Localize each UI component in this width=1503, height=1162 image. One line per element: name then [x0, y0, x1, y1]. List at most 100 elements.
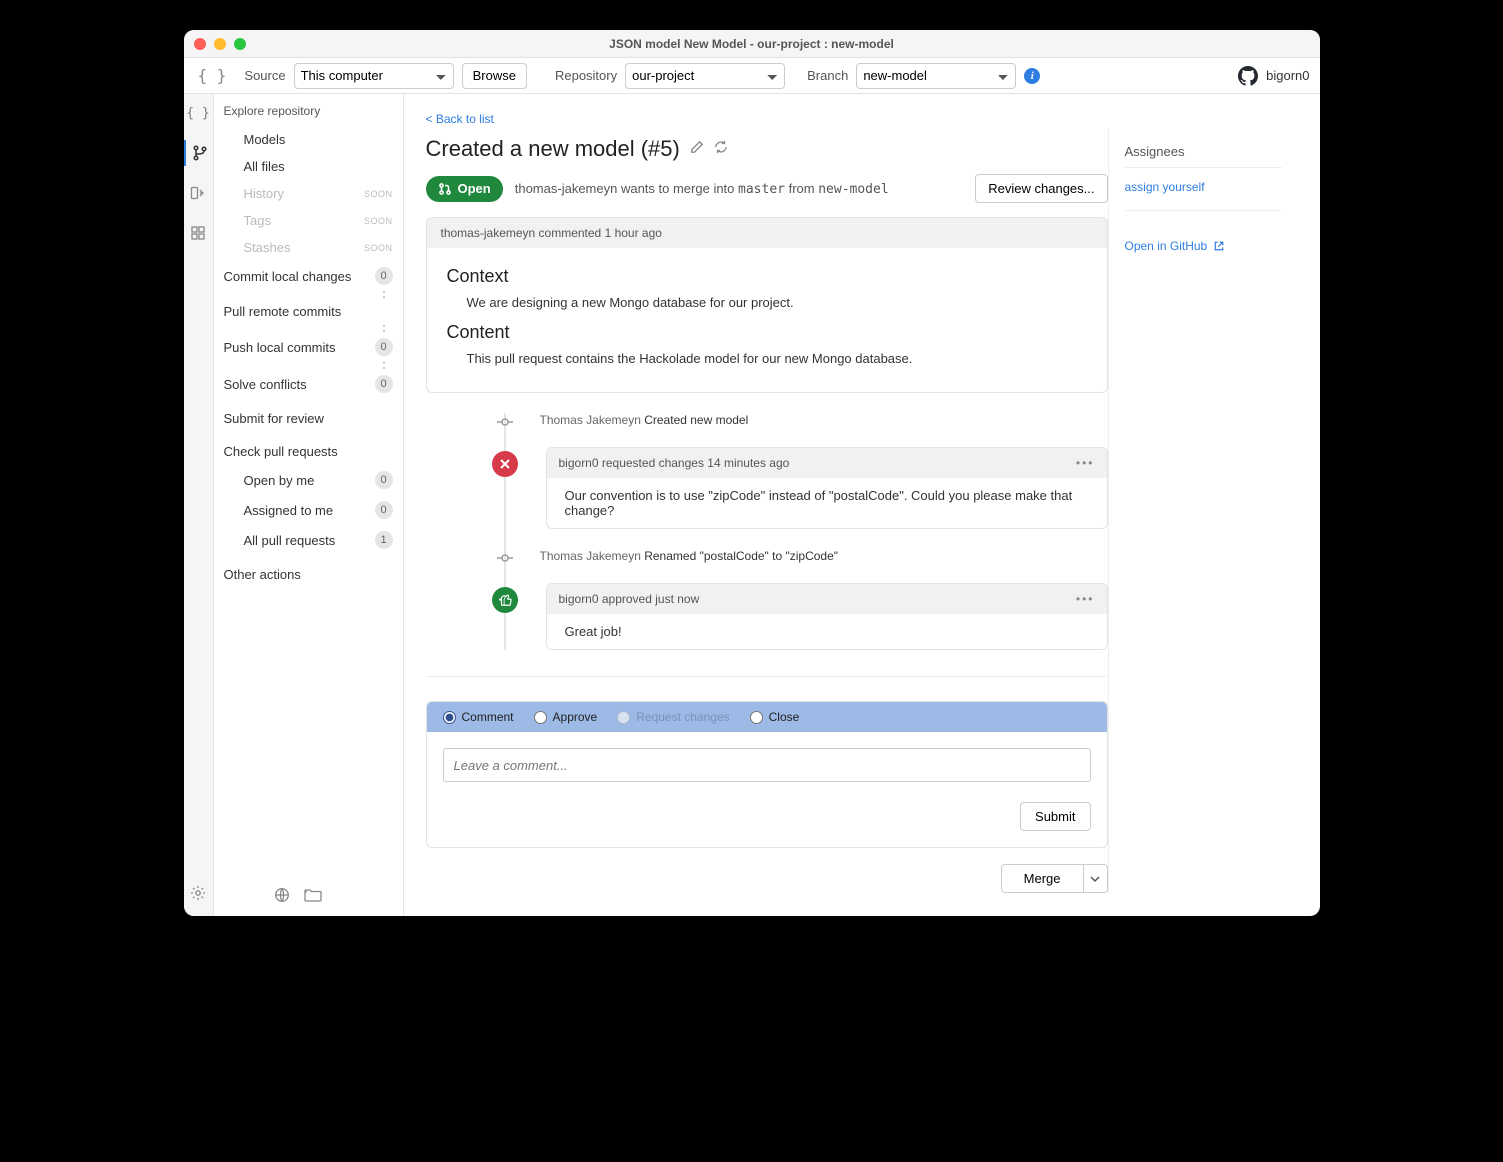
sidebar-item-stashes: Stashes SOON: [214, 234, 403, 261]
sidebar-item-other-actions[interactable]: Other actions: [214, 561, 403, 588]
repo-label: Repository: [555, 68, 617, 83]
sidebar-footer: [214, 877, 403, 916]
rail-branch-icon[interactable]: [184, 140, 214, 166]
review-type-close[interactable]: Close: [750, 710, 800, 724]
sidebar-item-label: Solve conflicts: [224, 377, 307, 392]
count-badge: 0: [375, 471, 393, 489]
sidebar-item-history: History SOON: [214, 180, 403, 207]
merge-summary: thomas-jakemeyn wants to merge into mast…: [515, 181, 889, 197]
sidebar-item-label: Check pull requests: [224, 444, 338, 459]
pull-request-icon: [438, 182, 452, 196]
comment-input[interactable]: [443, 748, 1091, 782]
review-type-comment[interactable]: Comment: [443, 710, 514, 724]
external-link-icon: [1213, 240, 1225, 252]
sidebar-item-assigned[interactable]: Assigned to me 0: [214, 495, 403, 525]
sidebar: Explore repository Models All files Hist…: [214, 94, 404, 916]
sidebar-item-commit-local[interactable]: Commit local changes0: [214, 261, 403, 291]
sidebar-item-label: Assigned to me: [244, 503, 334, 518]
assignees-heading: Assignees: [1125, 144, 1282, 168]
count-badge: 0: [375, 501, 393, 519]
source-label: Source: [244, 68, 285, 83]
sidebar-item-label: All files: [244, 159, 285, 174]
review-type-request-changes[interactable]: Request changes: [617, 710, 729, 724]
rail-braces-icon[interactable]: { }: [184, 100, 214, 126]
sidebar-item-label: All pull requests: [244, 533, 336, 548]
main-content: < Back to list Created a new model (#5) …: [404, 94, 1320, 916]
submit-button[interactable]: Submit: [1020, 802, 1090, 831]
review-panel: Comment Approve Request changes Close Su…: [426, 701, 1108, 848]
sidebar-item-label: Pull remote commits: [224, 304, 342, 319]
sidebar-item-label: Open by me: [244, 473, 315, 488]
merge-button-group: Merge: [1001, 864, 1108, 893]
top-toolbar: { } Source This computer Browse Reposito…: [184, 58, 1320, 94]
review-type-tabs: Comment Approve Request changes Close: [427, 702, 1107, 732]
soon-badge: SOON: [364, 243, 393, 253]
sidebar-item-pull-remote[interactable]: Pull remote commits: [214, 298, 403, 325]
rail-compare-icon[interactable]: [184, 180, 214, 206]
pr-description-card: thomas-jakemeyn commented 1 hour ago Con…: [426, 217, 1108, 393]
soon-badge: SOON: [364, 189, 393, 199]
event-body-text: Great job!: [547, 614, 1107, 649]
review-event-card: bigorn0 requested changes 14 minutes ago…: [546, 447, 1108, 529]
sidebar-item-all-prs[interactable]: All pull requests1: [214, 525, 403, 555]
info-icon[interactable]: i: [1024, 68, 1040, 84]
approved-icon: [492, 587, 518, 613]
branch-label: Branch: [807, 68, 848, 83]
refresh-icon[interactable]: [714, 140, 728, 159]
sidebar-item-open-by-me[interactable]: Open by me 0: [214, 465, 403, 495]
event-head-text: bigorn0 approved just now: [559, 592, 700, 606]
sidebar-item-tags: Tags SOON: [214, 207, 403, 234]
open-in-github-link[interactable]: Open in GitHub: [1125, 239, 1226, 253]
rail-grid-icon[interactable]: [184, 220, 214, 246]
review-type-approve[interactable]: Approve: [534, 710, 598, 724]
pr-state-label: Open: [458, 181, 491, 196]
source-select[interactable]: This computer: [294, 63, 454, 89]
merge-dropdown-caret[interactable]: [1084, 864, 1108, 893]
sidebar-item-label: Models: [244, 132, 286, 147]
github-icon[interactable]: [1238, 66, 1258, 86]
sidebar-item-label: Stashes: [244, 240, 291, 255]
event-head-text: bigorn0 requested changes 14 minutes ago: [559, 456, 790, 470]
merge-button[interactable]: Merge: [1001, 864, 1084, 893]
window-title: JSON model New Model - our-project : new…: [184, 37, 1320, 51]
timeline-commit: Thomas Jakemeyn Renamed "postalCode" to …: [496, 549, 1108, 563]
sidebar-item-label: History: [244, 186, 284, 201]
sidebar-item-label: Commit local changes: [224, 269, 352, 284]
app-window: JSON model New Model - our-project : new…: [184, 30, 1320, 916]
pr-timeline: Thomas Jakemeyn Created new model bigorn…: [496, 413, 1108, 650]
event-menu-icon[interactable]: •••: [1076, 456, 1095, 470]
soon-badge: SOON: [364, 216, 393, 226]
sidebar-item-check-prs[interactable]: Check pull requests: [214, 438, 403, 465]
folder-icon[interactable]: [304, 887, 322, 906]
sidebar-item-label: Tags: [244, 213, 271, 228]
description-card-head: thomas-jakemeyn commented 1 hour ago: [427, 218, 1107, 248]
sidebar-item-submit-review[interactable]: Submit for review: [214, 405, 403, 432]
review-changes-button[interactable]: Review changes...: [975, 174, 1107, 203]
desc-heading-content: Content: [447, 322, 1087, 343]
assign-yourself-link[interactable]: assign yourself: [1125, 180, 1205, 194]
edit-icon[interactable]: [690, 140, 704, 159]
sidebar-item-models[interactable]: Models: [214, 126, 403, 153]
globe-icon[interactable]: [274, 887, 290, 906]
event-menu-icon[interactable]: •••: [1076, 592, 1095, 606]
sidebar-item-label: Other actions: [224, 567, 301, 582]
branch-select[interactable]: new-model: [856, 63, 1016, 89]
rail-settings-icon[interactable]: [184, 880, 214, 906]
event-body-text: Our convention is to use "zipCode" inste…: [547, 478, 1107, 528]
commit-icon: [496, 413, 514, 431]
pr-state-pill: Open: [426, 176, 503, 202]
sidebar-item-push-local[interactable]: Push local commits0: [214, 332, 403, 362]
app-logo-icon: { }: [194, 66, 231, 85]
changes-requested-icon: [492, 451, 518, 477]
repo-select[interactable]: our-project: [625, 63, 785, 89]
current-user[interactable]: bigorn0: [1266, 68, 1309, 83]
review-event-card: bigorn0 approved just now ••• Great job!: [546, 583, 1108, 650]
back-to-list-link[interactable]: < Back to list: [426, 112, 494, 126]
desc-text-context: We are designing a new Mongo database fo…: [467, 295, 1087, 310]
desc-text-content: This pull request contains the Hackolade…: [467, 351, 1087, 366]
browse-button[interactable]: Browse: [462, 63, 527, 89]
sidebar-item-all-files[interactable]: All files: [214, 153, 403, 180]
sidebar-item-label: Push local commits: [224, 340, 336, 355]
pr-sidebar: Assignees assign yourself Open in GitHub: [1108, 128, 1298, 893]
sidebar-item-solve-conflicts[interactable]: Solve conflicts0: [214, 369, 403, 399]
